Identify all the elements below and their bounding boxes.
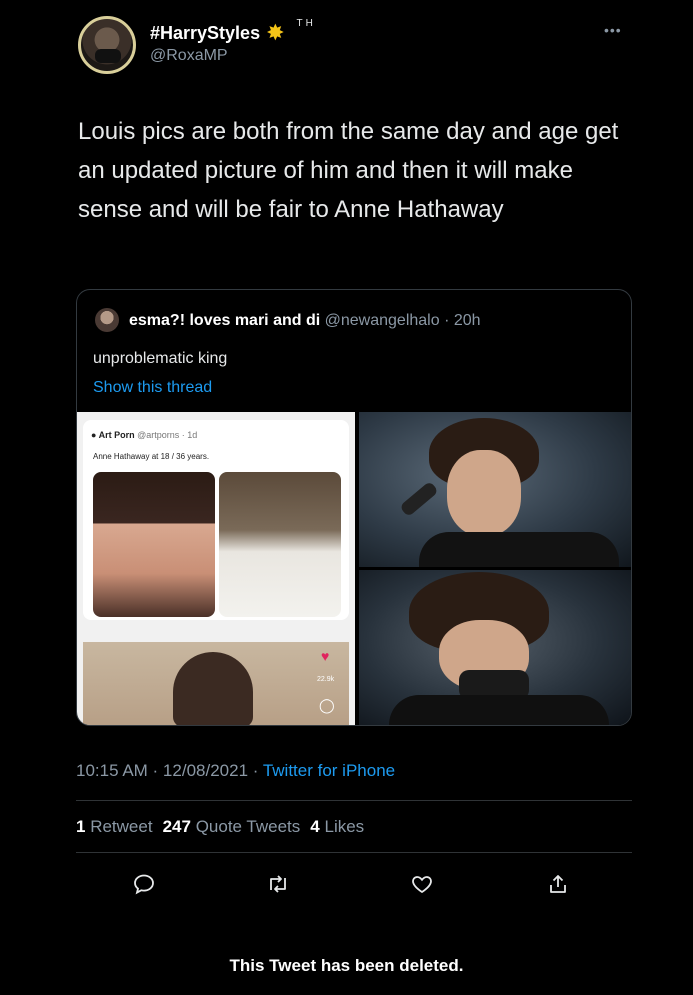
user-handle[interactable]: @RoxaMP: [150, 47, 228, 65]
media-image-performer-2[interactable]: [359, 570, 631, 725]
media-image-performer-1[interactable]: [359, 412, 631, 567]
likes-stat[interactable]: 4 Likes: [310, 817, 364, 837]
tweet-timestamp[interactable]: 10:15 AM · 12/08/2021 · Twitter for iPho…: [76, 761, 395, 781]
tweet-stats: 1 Retweet 247 Quote Tweets 4 Likes: [76, 817, 364, 837]
quote-author-name: esma?! loves mari and di: [129, 312, 321, 329]
retweet-icon[interactable]: [258, 864, 298, 904]
quote-time: · 20h: [444, 312, 481, 329]
embedded-account-meta: @artporns · 1d: [137, 430, 198, 440]
display-name[interactable]: #HarryStyles ✸ TH: [150, 18, 316, 45]
star-icon: ✸: [266, 20, 285, 45]
retweets-stat[interactable]: 1 Retweet: [76, 817, 153, 837]
quote-author-handle: @newangelhalo: [324, 312, 440, 329]
reaction-video-frame: ♥ 22.9k ◯: [83, 642, 349, 725]
quote-tweets-stat[interactable]: 247 Quote Tweets: [163, 817, 301, 837]
photo-young: [93, 472, 215, 617]
quote-text: unproblematic king: [93, 350, 228, 367]
embedded-tweet-screenshot: ● Art Porn @artporns · 1d Anne Hathaway …: [83, 420, 349, 620]
embedded-account-name: Art Porn: [98, 430, 135, 440]
quote-media[interactable]: ● Art Porn @artporns · 1d Anne Hathaway …: [77, 412, 631, 725]
display-name-text: #HarryStyles: [150, 22, 261, 43]
embedded-like-count: 22.9k: [317, 676, 335, 683]
like-icon[interactable]: [402, 864, 442, 904]
heart-icon: ♥: [321, 648, 330, 664]
timestamp-text: 10:15 AM · 12/08/2021 ·: [76, 761, 259, 780]
quote-tweet-card[interactable]: esma?! loves mari and di @newangelhalo ·…: [76, 289, 632, 726]
media-image-screenshot[interactable]: ● Art Porn @artporns · 1d Anne Hathaway …: [77, 412, 355, 725]
divider: [76, 852, 632, 853]
name-badge: TH: [296, 17, 316, 29]
twitter-logo-icon: ●: [91, 430, 99, 440]
embedded-tweet-header: ● Art Porn @artporns · 1d: [91, 430, 197, 440]
show-thread-link[interactable]: Show this thread: [93, 379, 212, 397]
tweet-actions: [76, 864, 632, 904]
photo-older: [219, 472, 341, 617]
quote-author[interactable]: esma?! loves mari and di @newangelhalo ·…: [129, 312, 481, 330]
comment-bubble-icon: ◯: [319, 697, 335, 713]
reply-icon[interactable]: [124, 864, 164, 904]
share-icon[interactable]: [538, 864, 578, 904]
embedded-caption: Anne Hathaway at 18 / 36 years.: [93, 452, 210, 461]
reaction-face: [173, 652, 253, 725]
deleted-notice: This Tweet has been deleted.: [229, 956, 464, 975]
more-options-icon[interactable]: •••: [604, 22, 622, 38]
avatar[interactable]: [78, 16, 136, 74]
quote-avatar[interactable]: [95, 308, 119, 332]
tweet-text: Louis pics are both from the same day an…: [78, 118, 619, 223]
tweet-source-link[interactable]: Twitter for iPhone: [263, 761, 395, 780]
divider: [76, 800, 632, 801]
